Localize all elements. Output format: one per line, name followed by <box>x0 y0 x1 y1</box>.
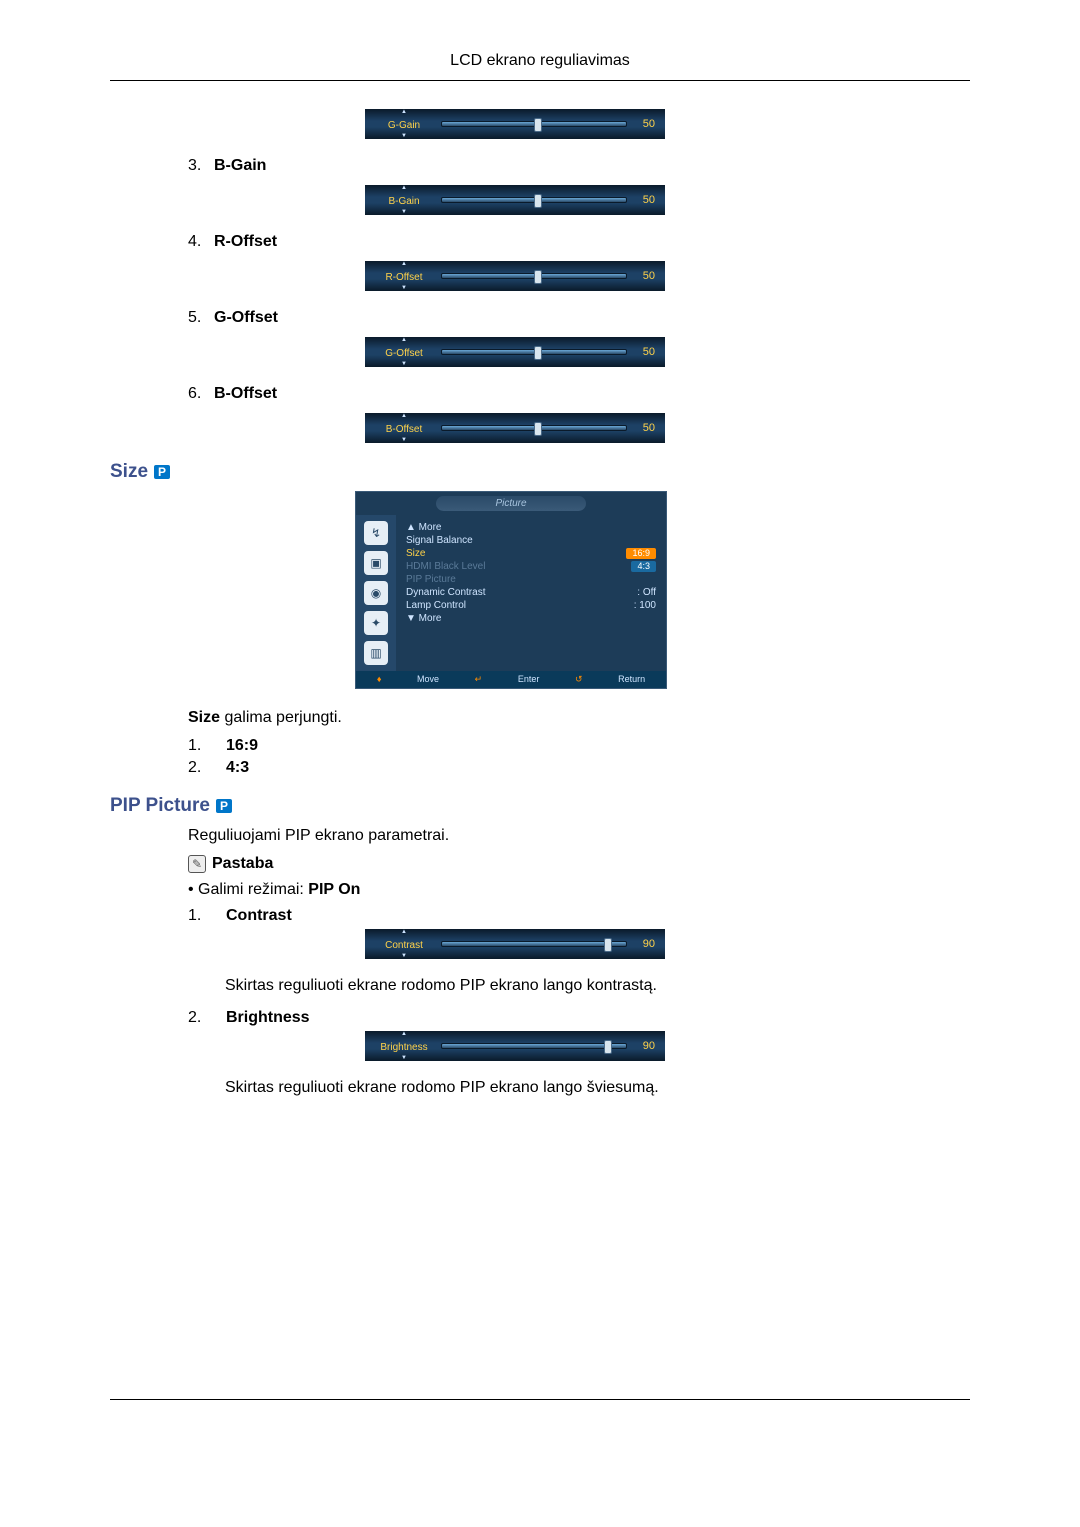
size-description: Size galima perjungti. <box>110 709 970 727</box>
brightness-description: Skirtas reguliuoti ekrane rodomo PIP ekr… <box>110 1079 970 1097</box>
slider-g-gain: G-Gain 50 <box>365 109 970 139</box>
slider-b-offset: B-Offset 50 <box>365 413 970 443</box>
size-option-1: 1.16:9 <box>110 737 970 755</box>
p-badge-icon: P <box>154 465 170 479</box>
slider-value: 50 <box>635 194 655 206</box>
slider-value: 90 <box>635 938 655 950</box>
slider-thumb[interactable] <box>604 938 612 952</box>
slider-track[interactable] <box>441 121 627 127</box>
slider-value: 50 <box>635 422 655 434</box>
label-b-offset: B-Offset <box>188 385 277 403</box>
slider-track[interactable] <box>441 941 627 947</box>
size-option-2: 2.4:3 <box>110 759 970 777</box>
contrast-description: Skirtas reguliuoti ekrane rodomo PIP ekr… <box>110 977 970 995</box>
osd-item-size[interactable]: Size16:9 <box>406 547 656 560</box>
move-icon: ♦ <box>377 674 382 685</box>
osd-footer: ♦Move ↵Enter ↺Return <box>356 671 666 688</box>
slider-track[interactable] <box>441 425 627 431</box>
slider-thumb[interactable] <box>534 270 542 284</box>
label-g-offset: G-Offset <box>188 309 278 327</box>
return-icon: ↺ <box>575 674 583 685</box>
slider-thumb[interactable] <box>534 422 542 436</box>
pip-description: Reguliuojami PIP ekrano parametrai. <box>110 827 970 845</box>
osd-item-dynamic-contrast[interactable]: Dynamic Contrast: Off <box>406 586 656 599</box>
note-row: ✎ Pastaba <box>110 855 970 873</box>
section-title-pip-picture: PIP PictureP <box>110 795 970 817</box>
section-title-size: Size P <box>110 461 970 483</box>
slider-thumb[interactable] <box>604 1040 612 1054</box>
slider-track[interactable] <box>441 349 627 355</box>
pip-brightness-item: 2.Brightness <box>110 1009 970 1027</box>
list-number: 5. <box>110 309 188 327</box>
slider-value: 50 <box>635 270 655 282</box>
slider-thumb[interactable] <box>534 118 542 132</box>
page-header: LCD ekrano reguliavimas <box>110 48 970 80</box>
osd-title: Picture <box>436 496 586 511</box>
slider-label: G-Gain <box>375 115 433 133</box>
pip-mode-bullet: Galimi režimai: PIP On <box>110 881 970 899</box>
slider-contrast: Contrast 90 <box>365 929 970 959</box>
sound-icon[interactable]: ◉ <box>364 581 388 605</box>
slider-value: 50 <box>635 118 655 130</box>
input-icon[interactable]: ↯ <box>364 521 388 545</box>
osd-picture-menu: Picture ↯ ▣ ◉ ✦ ▥ ▲ More Signal Balance … <box>355 491 667 689</box>
slider-track[interactable] <box>441 197 627 203</box>
label-b-gain: B-Gain <box>188 157 266 175</box>
p-badge-icon: P <box>216 799 232 813</box>
list-number: 6. <box>110 385 188 403</box>
slider-label: Contrast <box>375 935 433 953</box>
list-number: 4. <box>110 233 188 251</box>
slider-thumb[interactable] <box>534 194 542 208</box>
osd-more-top[interactable]: ▲ More <box>406 521 656 534</box>
slider-value: 90 <box>635 1040 655 1052</box>
enter-icon: ↵ <box>475 674 483 685</box>
slider-label: B-Offset <box>375 419 433 437</box>
slider-value: 50 <box>635 346 655 358</box>
slider-r-offset: R-Offset 50 <box>365 261 970 291</box>
slider-label: B-Gain <box>375 191 433 209</box>
multi-icon[interactable]: ▥ <box>364 641 388 665</box>
slider-label: Brightness <box>375 1037 433 1055</box>
slider-label: R-Offset <box>375 267 433 285</box>
osd-item-signal-balance[interactable]: Signal Balance <box>406 534 656 547</box>
setup-icon[interactable]: ✦ <box>364 611 388 635</box>
label-r-offset: R-Offset <box>188 233 277 251</box>
osd-item-lamp-control[interactable]: Lamp Control: 100 <box>406 599 656 612</box>
slider-b-gain: B-Gain 50 <box>365 185 970 215</box>
slider-thumb[interactable] <box>534 346 542 360</box>
slider-g-offset: G-Offset 50 <box>365 337 970 367</box>
list-number: 3. <box>110 157 188 175</box>
slider-label: G-Offset <box>375 343 433 361</box>
slider-track[interactable] <box>441 273 627 279</box>
picture-icon[interactable]: ▣ <box>364 551 388 575</box>
osd-category-icons: ↯ ▣ ◉ ✦ ▥ <box>356 515 396 671</box>
osd-more-bottom[interactable]: ▼ More <box>406 612 656 625</box>
pip-contrast-item: 1.Contrast <box>110 907 970 925</box>
note-icon: ✎ <box>188 855 206 873</box>
osd-item-pip-picture[interactable]: PIP Picture <box>406 573 656 586</box>
slider-brightness: Brightness 90 <box>365 1031 970 1061</box>
osd-item-hdmi-black-level[interactable]: HDMI Black Level4:3 <box>406 560 656 573</box>
slider-track[interactable] <box>441 1043 627 1049</box>
